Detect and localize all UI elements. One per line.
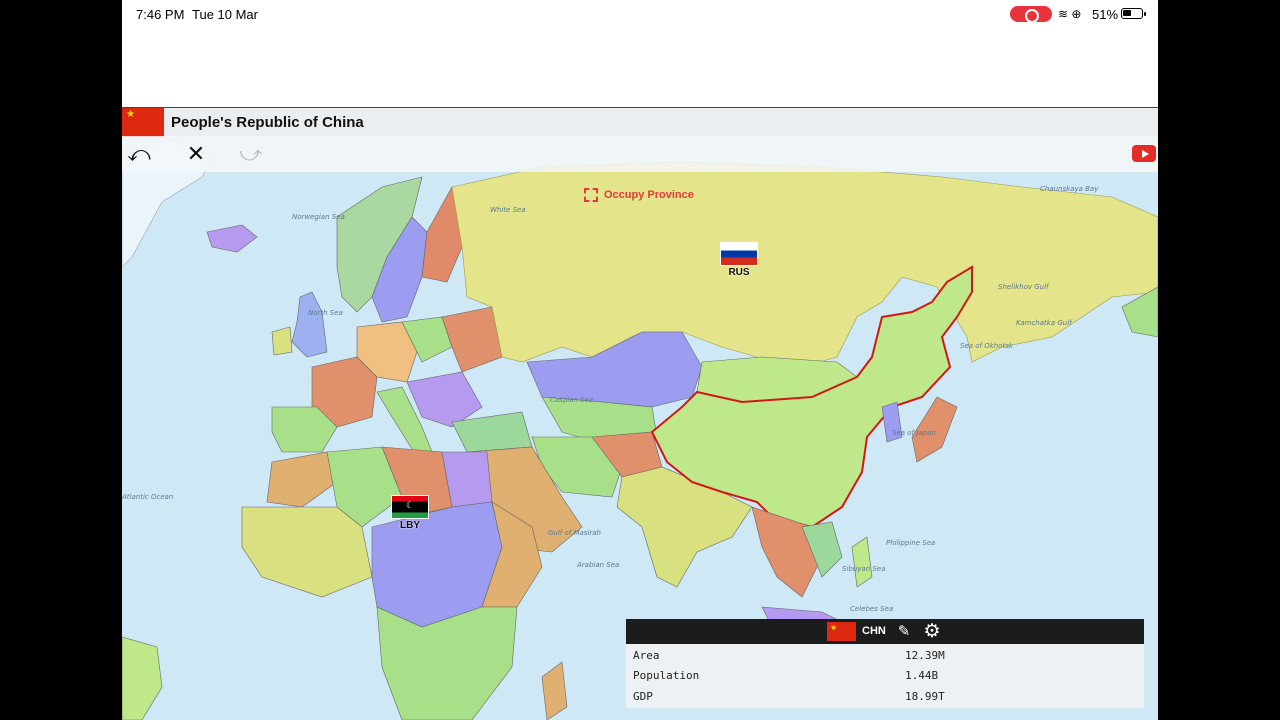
battery-icon (1121, 8, 1146, 19)
stat-row-gdp: GDP 18.99T (626, 687, 1144, 707)
libya-marker[interactable]: LBY (391, 495, 429, 531)
stat-value: 1.44B (905, 669, 939, 682)
close-icon: ✕ (186, 141, 206, 166)
info-panel-header: ★ CHN ✎ ⚙ (626, 619, 1144, 644)
china-flag-icon: ★ (122, 108, 164, 137)
sea-label: Norwegian Sea (292, 213, 345, 221)
sea-label: Sea of Okhotsk (960, 342, 1014, 350)
russia-flag-icon (720, 242, 758, 266)
sea-label: Caspian Sea (550, 396, 593, 404)
info-panel-body: Area 12.39M Population 1.44B GDP 18.99T (626, 644, 1144, 708)
undo-button[interactable]: ⤺ (126, 141, 152, 166)
province-west-africa (241, 506, 373, 598)
stat-label: Population (633, 669, 700, 682)
marker-code: RUS (728, 267, 750, 278)
marker-code: LBY (400, 520, 420, 531)
stat-row-population: Population 1.44B (626, 666, 1144, 686)
province-ireland (271, 326, 293, 356)
china-flag-icon: ★ (827, 622, 856, 641)
occupy-province-label: Occupy Province (604, 189, 694, 201)
sea-label: Kamchatka Gulf (1016, 319, 1073, 327)
status-time: 7:46 PM (136, 7, 185, 22)
libya-flag-icon (391, 495, 429, 519)
redo-button[interactable]: ⤻ (238, 141, 264, 166)
gear-icon[interactable]: ⚙ (922, 620, 942, 642)
sea-label: White Sea (490, 206, 526, 214)
sea-label: North Sea (308, 309, 343, 317)
country-code: CHN (862, 625, 886, 637)
sea-label: Gulf of Masirah (548, 529, 601, 537)
province-ukraine (441, 306, 503, 373)
undo-icon: ⤺ (127, 141, 151, 166)
wifi-icon: ≋ ⊕ (1058, 7, 1082, 21)
screen-record-icon[interactable] (1010, 6, 1052, 23)
sea-label: Philippine Sea (886, 539, 935, 547)
occupy-icon (584, 188, 598, 202)
occupy-province-button[interactable]: Occupy Province (584, 186, 694, 204)
province-southern-africa (376, 606, 518, 720)
close-button[interactable]: ✕ (183, 141, 209, 166)
sea-label: Sibuyan Sea (842, 565, 885, 573)
battery-percentage: 51% (1092, 7, 1119, 22)
stat-value: 12.39M (905, 649, 945, 662)
sea-label: Celebes Sea (850, 605, 893, 613)
country-header: ★ People's Republic of China (122, 107, 1158, 137)
toolbar: ⤺ ✕ ⤻ (122, 136, 1158, 172)
province-iceland (206, 224, 258, 253)
stat-value: 18.99T (905, 690, 945, 703)
stat-label: Area (633, 649, 660, 662)
province-uk (291, 291, 328, 358)
youtube-icon[interactable] (1132, 145, 1156, 162)
province-balkans (406, 371, 483, 428)
stat-row-area: Area 12.39M (626, 646, 1144, 666)
sea-label: Shelikhov Gulf (998, 283, 1050, 291)
sea-label: Arabian Sea (576, 561, 619, 569)
edit-icon[interactable]: ✎ (894, 622, 914, 642)
province-brazil (122, 636, 163, 720)
province-morocco (266, 451, 338, 508)
province-philippines (851, 536, 873, 588)
province-madagascar (541, 661, 568, 720)
ipad-screen: 7:46 PM Tue 10 Mar ≋ ⊕ 51% Norwegian Sea… (122, 0, 1158, 720)
country-info-panel: ★ CHN ✎ ⚙ Area 12.39M Population 1.44B G… (626, 619, 1144, 708)
russia-marker[interactable]: RUS (720, 242, 758, 278)
sea-label: Sea of Japan (892, 429, 936, 437)
status-date: Tue 10 Mar (192, 7, 258, 22)
stat-label: GDP (633, 690, 653, 703)
sea-label: Chaunskaya Bay (1040, 185, 1099, 193)
redo-icon: ⤻ (239, 141, 263, 166)
country-title: People's Republic of China (171, 114, 364, 131)
status-bar: 7:46 PM Tue 10 Mar ≋ ⊕ 51% (122, 0, 1158, 28)
sea-label: Atlantic Ocean (122, 493, 173, 501)
